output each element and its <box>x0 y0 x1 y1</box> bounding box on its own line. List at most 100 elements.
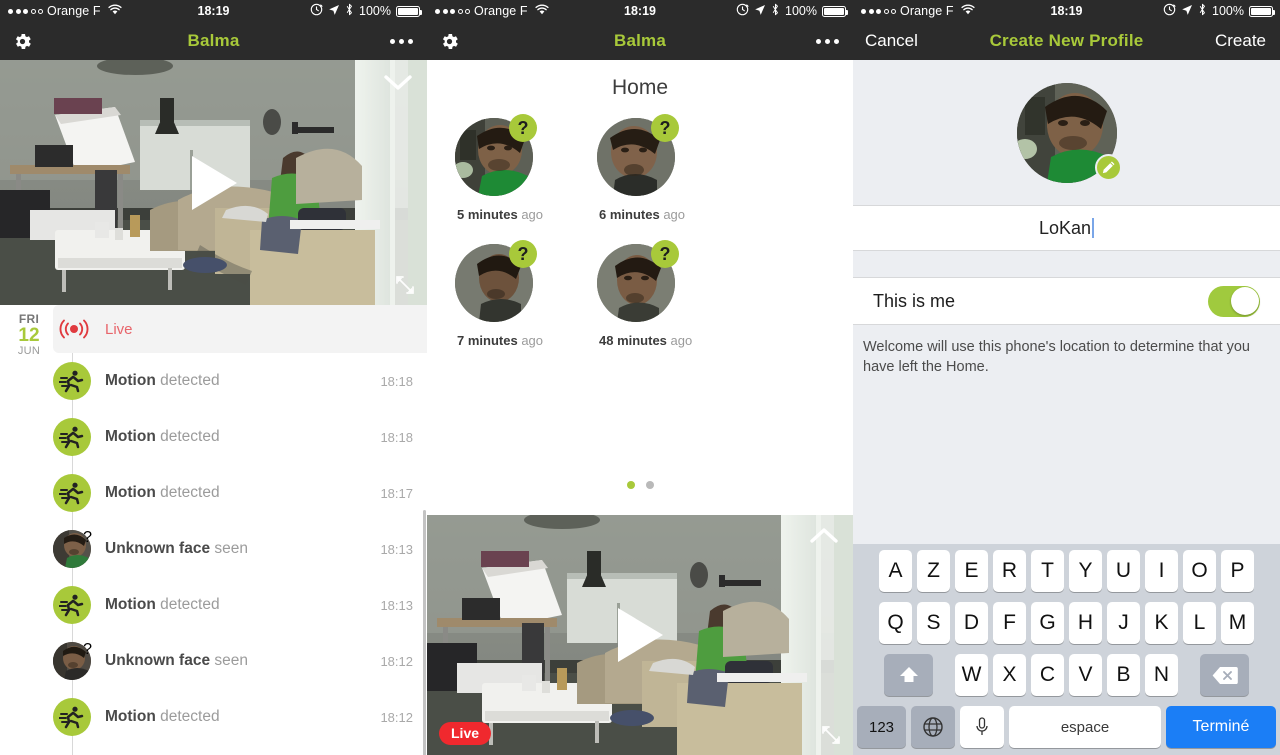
key-A[interactable]: A <box>879 550 912 592</box>
shift-icon <box>899 667 918 682</box>
key-X[interactable]: X <box>993 654 1026 696</box>
camera-video-left[interactable] <box>0 60 427 305</box>
battery-icon <box>396 5 422 17</box>
timeline-row[interactable]: ? Unknown face seen 18:12 <box>0 633 427 689</box>
event-title: Motion <box>105 708 156 725</box>
event-suffix: detected <box>160 484 220 501</box>
profile-name-field[interactable]: LoKan <box>853 205 1280 251</box>
face-card[interactable]: ? 5 minutes ago <box>455 114 597 222</box>
expand-icon[interactable] <box>395 275 415 295</box>
section-title: Home <box>611 76 669 99</box>
ellipsis-icon <box>816 38 839 44</box>
face-timestamp: 48 minutes ago <box>599 333 739 348</box>
this-is-me-row[interactable]: This is me <box>853 277 1280 325</box>
events-timeline[interactable]: FRI 12 JUN Live Motion detected 18:18 Mo… <box>0 305 427 755</box>
timeline-row[interactable]: Motion detected 18:18 <box>0 353 427 409</box>
live-broadcast-icon <box>55 319 93 339</box>
key-Q[interactable]: Q <box>879 602 912 644</box>
timeline-row[interactable]: ? Unknown face seen 18:13 <box>0 521 427 577</box>
key-P[interactable]: P <box>1221 550 1254 592</box>
key-M[interactable]: M <box>1221 602 1254 644</box>
microphone-icon <box>976 717 988 735</box>
globe-key[interactable] <box>911 706 955 748</box>
key-O[interactable]: O <box>1183 550 1216 592</box>
key-C[interactable]: C <box>1031 654 1064 696</box>
page-dot[interactable] <box>645 481 654 489</box>
event-title: Motion <box>105 428 156 445</box>
timeline-row[interactable]: Motion detected 18:13 <box>0 577 427 633</box>
form-description: Welcome will use this phone's location t… <box>863 339 1250 375</box>
cancel-button[interactable]: Cancel <box>865 31 918 51</box>
face-time-suffix: ago <box>521 333 544 348</box>
event-suffix: seen <box>214 540 249 557</box>
more-options-button[interactable] <box>816 38 853 44</box>
timeline-row[interactable]: Motion detected 18:17 <box>0 465 427 521</box>
motion-icon <box>53 586 91 624</box>
profile-avatar-wrap[interactable] <box>1016 82 1122 183</box>
expand-icon[interactable] <box>821 725 841 745</box>
timeline-row[interactable]: Motion detected 18:18 <box>0 409 427 465</box>
nav-bar-right: Cancel Create New Profile Create <box>853 22 1280 60</box>
timeline-row[interactable]: Motion detected 18:12 <box>0 689 427 745</box>
play-icon[interactable] <box>613 605 667 665</box>
key-V[interactable]: V <box>1069 654 1102 696</box>
more-options-button[interactable] <box>390 38 427 44</box>
key-I[interactable]: I <box>1145 550 1178 592</box>
scrollbar[interactable] <box>423 510 426 755</box>
shift-key[interactable] <box>884 654 933 696</box>
face-time-value: 5 minutes <box>457 207 518 222</box>
unknown-badge: ? <box>509 240 537 268</box>
page-indicator-dots[interactable] <box>427 481 853 489</box>
page-dot-active[interactable] <box>626 481 635 489</box>
space-key[interactable]: espace <box>1009 706 1161 748</box>
done-key[interactable]: Terminé <box>1166 706 1276 748</box>
face-avatar-wrap: ? <box>597 240 679 322</box>
key-Y[interactable]: Y <box>1069 550 1102 592</box>
key-D[interactable]: D <box>955 602 988 644</box>
timeline-row-text: Motion detected <box>105 372 220 390</box>
key-H[interactable]: H <box>1069 602 1102 644</box>
face-timestamp: 5 minutes ago <box>457 207 597 222</box>
face-time-value: 48 minutes <box>599 333 667 348</box>
timeline-weekday: FRI <box>18 312 40 326</box>
key-T[interactable]: T <box>1031 550 1064 592</box>
chevron-up-icon[interactable] <box>809 527 839 545</box>
backspace-key[interactable] <box>1200 654 1249 696</box>
key-G[interactable]: G <box>1031 602 1064 644</box>
motion-icon <box>53 362 91 400</box>
key-B[interactable]: B <box>1107 654 1140 696</box>
edit-avatar-button[interactable] <box>1094 153 1122 181</box>
key-S[interactable]: S <box>917 602 950 644</box>
event-title: Motion <box>105 596 156 613</box>
page-title: Balma <box>187 31 240 50</box>
event-time: 18:18 <box>380 429 413 445</box>
face-time-value: 6 minutes <box>599 207 660 222</box>
face-time-value: 7 minutes <box>457 333 518 348</box>
settings-button[interactable] <box>427 31 460 52</box>
key-L[interactable]: L <box>1183 602 1216 644</box>
face-avatar-wrap: ? <box>455 240 537 322</box>
chevron-down-icon[interactable] <box>383 74 413 92</box>
face-card[interactable]: ? 7 minutes ago <box>455 240 597 348</box>
microphone-key[interactable] <box>960 706 1004 748</box>
this-is-me-toggle[interactable] <box>1208 285 1260 317</box>
key-E[interactable]: E <box>955 550 988 592</box>
unknown-badge: ? <box>651 114 679 142</box>
key-N[interactable]: N <box>1145 654 1178 696</box>
key-R[interactable]: R <box>993 550 1026 592</box>
key-F[interactable]: F <box>993 602 1026 644</box>
create-button[interactable]: Create <box>1215 31 1266 51</box>
timeline-live-row[interactable]: Live <box>53 305 427 353</box>
key-W[interactable]: W <box>955 654 988 696</box>
key-Z[interactable]: Z <box>917 550 950 592</box>
play-icon[interactable] <box>187 153 241 213</box>
numbers-key[interactable]: 123 <box>857 706 906 748</box>
face-card[interactable]: ? 48 minutes ago <box>597 240 739 348</box>
key-J[interactable]: J <box>1107 602 1140 644</box>
this-is-me-label: This is me <box>873 290 956 311</box>
settings-button[interactable] <box>0 31 33 52</box>
camera-video-middle[interactable]: Live <box>427 515 853 755</box>
face-card[interactable]: ? 6 minutes ago <box>597 114 739 222</box>
key-U[interactable]: U <box>1107 550 1140 592</box>
key-K[interactable]: K <box>1145 602 1178 644</box>
